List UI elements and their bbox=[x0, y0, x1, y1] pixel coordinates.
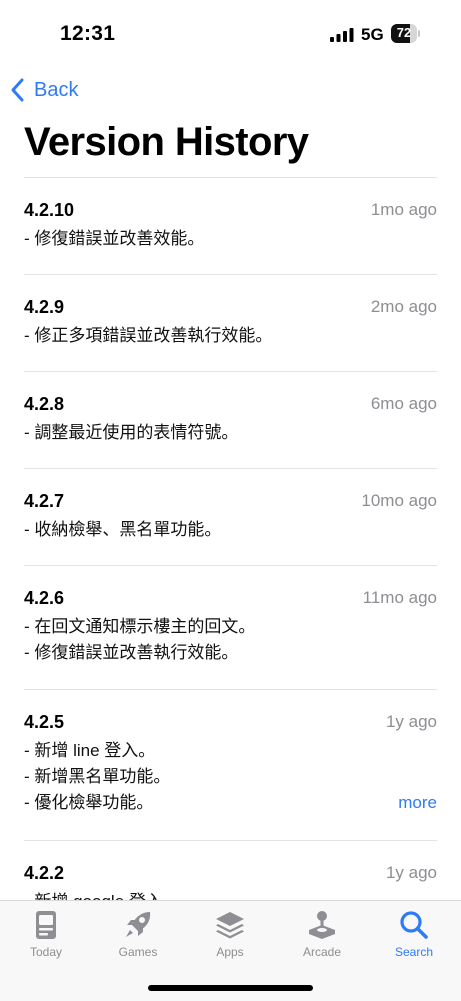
version-number: 4.2.5 bbox=[24, 712, 65, 732]
tab-today[interactable]: Today bbox=[0, 901, 92, 971]
version-entry: 4.2.6 11mo ago - 在回文通知標示樓主的回文。 - 修復錯誤並改善執行效… bbox=[24, 566, 437, 690]
network-type: 5G bbox=[361, 25, 384, 44]
version-age: 2mo ago bbox=[370, 297, 437, 316]
more-button[interactable]: more bbox=[398, 790, 437, 816]
tab-arcade-label: Arcade bbox=[302, 945, 342, 959]
version-entry: 4.2.9 2mo ago - 修正多項錯誤並改善執行效能。 bbox=[24, 275, 437, 372]
cellular-signal-icon bbox=[330, 28, 354, 42]
release-notes: - 新增 google 登入。 bbox=[24, 889, 437, 900]
version-list[interactable]: 4.2.10 1mo ago - 修復錯誤並改善效能。 4.2.9 2mo ago - 修… bbox=[24, 178, 437, 900]
back-label: Back bbox=[34, 78, 79, 101]
release-notes: - 修復錯誤並改善效能。 bbox=[24, 226, 437, 252]
release-note-line: - 收納檢舉、黑名單功能。 bbox=[24, 520, 222, 539]
release-note-line: - 修復錯誤並改善效能。 bbox=[24, 229, 205, 248]
tab-today-label: Today bbox=[29, 945, 63, 959]
version-entry: 4.2.5 1y ago - 新增 line 登入。 - 新增黑名單功能。 - 優化檢舉… bbox=[24, 690, 437, 841]
version-entry: 4.2.8 6mo ago - 調整最近使用的表情符號。 bbox=[24, 372, 437, 469]
tab-search-label: Search bbox=[394, 945, 434, 959]
version-age: 1mo ago bbox=[370, 200, 437, 219]
arcade-joystick-icon bbox=[309, 911, 335, 939]
tab-games[interactable]: Games bbox=[92, 901, 184, 971]
release-notes: - 新增 line 登入。 - 新增黑名單功能。 - 優化檢舉功能。 bbox=[24, 738, 437, 816]
back-button[interactable]: Back bbox=[10, 76, 78, 104]
version-age: 1y ago bbox=[385, 863, 437, 882]
release-notes: - 修正多項錯誤並改善執行效能。 bbox=[24, 323, 437, 349]
version-age: 1y ago bbox=[385, 712, 437, 731]
release-notes: - 在回文通知標示樓主的回文。 - 修復錯誤並改善執行效能。 bbox=[24, 614, 437, 666]
release-note-line: - 新增黑名單功能。 bbox=[24, 767, 171, 786]
release-notes: - 調整最近使用的表情符號。 bbox=[24, 420, 437, 446]
tab-search[interactable]: Search bbox=[368, 901, 460, 971]
version-number: 4.2.2 bbox=[24, 863, 65, 883]
page-title: Version History bbox=[24, 120, 309, 164]
version-age: 10mo ago bbox=[361, 491, 437, 510]
battery-icon: 72 bbox=[391, 24, 420, 43]
home-indicator bbox=[148, 985, 313, 991]
status-time: 12:31 bbox=[60, 22, 116, 45]
version-age: 6mo ago bbox=[370, 394, 437, 413]
status-bar: 12:31 5G 72 bbox=[0, 0, 461, 64]
search-icon bbox=[400, 911, 428, 939]
release-note-line: - 調整最近使用的表情符號。 bbox=[24, 423, 239, 442]
release-notes: - 收納檢舉、黑名單功能。 bbox=[24, 517, 437, 543]
release-note-line: - 在回文通知標示樓主的回文。 bbox=[24, 617, 256, 636]
version-entry: 4.2.7 10mo ago - 收納檢舉、黑名單功能。 bbox=[24, 469, 437, 566]
release-note-line: - 新增 google 登入。 bbox=[24, 889, 437, 900]
battery-percent: 72 bbox=[396, 25, 412, 40]
version-entry: 4.2.10 1mo ago - 修復錯誤並改善效能。 bbox=[24, 178, 437, 275]
tab-games-label: Games bbox=[118, 945, 158, 959]
tab-arcade[interactable]: Arcade bbox=[276, 901, 368, 971]
games-rocket-icon bbox=[126, 912, 151, 937]
tab-apps-label: Apps bbox=[216, 945, 244, 959]
release-note-line: - 修正多項錯誤並改善執行效能。 bbox=[24, 326, 273, 345]
chevron-left-icon bbox=[11, 78, 24, 102]
today-icon bbox=[36, 911, 56, 939]
apps-stack-icon bbox=[216, 912, 244, 939]
version-entry: 4.2.2 1y ago - 新增 google 登入。 bbox=[24, 841, 437, 900]
tab-apps[interactable]: Apps bbox=[184, 901, 276, 971]
release-note-line: - 優化檢舉功能。 bbox=[24, 793, 154, 812]
release-note-line: - 修復錯誤並改善執行效能。 bbox=[24, 643, 239, 662]
release-note-line: - 新增 line 登入。 bbox=[24, 741, 156, 760]
version-age: 11mo ago bbox=[362, 588, 437, 607]
